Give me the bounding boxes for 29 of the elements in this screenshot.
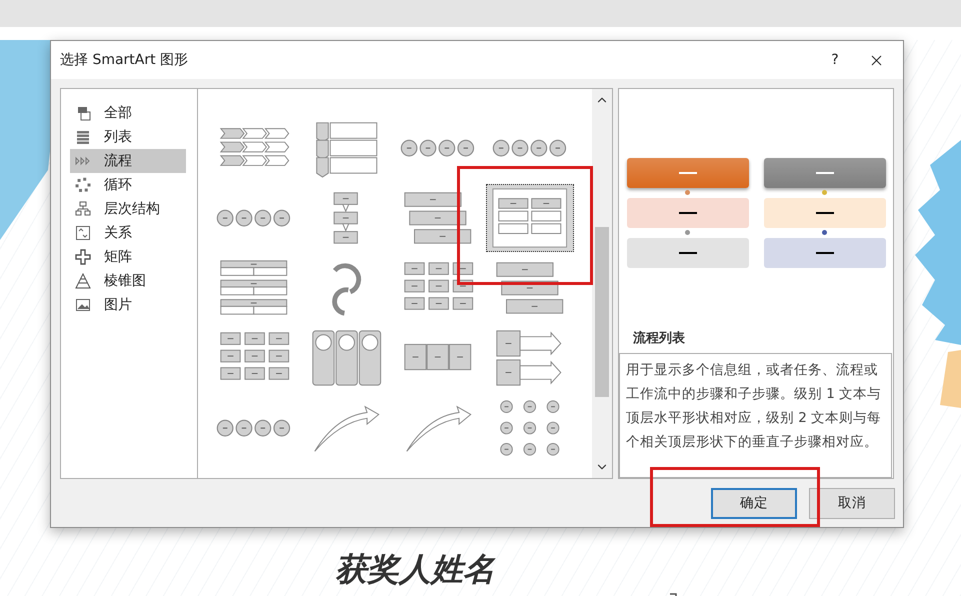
slide-title: 获奖人姓名 bbox=[335, 550, 495, 588]
category-icon bbox=[75, 225, 91, 241]
category-icon bbox=[75, 177, 91, 193]
category-item[interactable]: 关系 bbox=[70, 221, 186, 245]
category-icon bbox=[75, 297, 91, 313]
dialog-title: 选择 SmartArt 图形 bbox=[60, 51, 190, 69]
layout-name: 流程列表 bbox=[632, 330, 686, 348]
category-icon bbox=[75, 105, 91, 121]
category-item[interactable]: 流程 bbox=[70, 149, 186, 173]
slide-decoration-shape bbox=[940, 350, 961, 408]
scrollbar[interactable] bbox=[592, 89, 612, 478]
category-item[interactable]: 全部 bbox=[70, 101, 186, 125]
process-diagram-icon bbox=[491, 187, 569, 249]
dialog-button[interactable]: 确定 bbox=[711, 488, 797, 518]
layout-description: 用于显示多个信息组，或者任务、流程或工作流中的步骤和子步骤。级别 1 文本与顶层水平形状相对应，级别 2 文本则与每个相关顶层形状下的垂直子步骤相对应。 bbox=[619, 353, 892, 478]
category-item[interactable]: 层次结构 bbox=[70, 197, 186, 221]
category-item[interactable]: 图片 bbox=[70, 293, 186, 317]
category-item[interactable]: 棱锥图 bbox=[70, 269, 186, 293]
category-item[interactable]: 矩阵 bbox=[70, 245, 186, 269]
category-item[interactable]: 循环 bbox=[70, 173, 186, 197]
layout-option[interactable] bbox=[486, 184, 574, 252]
category-icon bbox=[75, 273, 91, 289]
scrollbar-thumb[interactable] bbox=[595, 227, 609, 397]
help-button[interactable]: ? bbox=[817, 45, 853, 75]
category-icon bbox=[75, 249, 91, 265]
category-item[interactable]: 列表 bbox=[70, 125, 186, 149]
category-icon bbox=[75, 129, 91, 145]
dialog-button[interactable]: 取消 bbox=[809, 488, 895, 518]
category-icon bbox=[75, 201, 91, 217]
